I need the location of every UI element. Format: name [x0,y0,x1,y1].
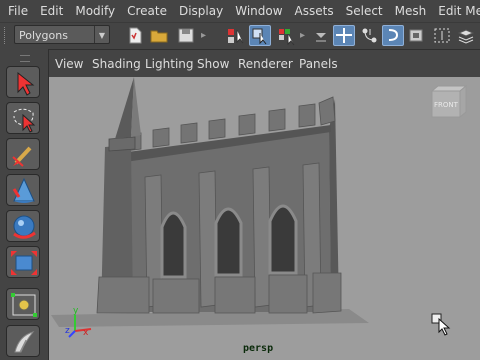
move-tool-button[interactable] [6,174,40,206]
perspective-viewport[interactable]: FRONT y z x [49,77,480,360]
menu-mesh[interactable]: Mesh [389,0,433,22]
menu-edit[interactable]: Edit [34,0,69,22]
menu-set-dropdown[interactable]: Polygons ▼ [14,25,110,44]
object-type-select-icon [252,28,267,45]
snap-to-curves-button[interactable] [359,25,381,46]
rotate-sphere-icon [13,215,36,239]
view-cube-label: FRONT [434,101,459,109]
menu-assets[interactable]: Assets [289,0,340,22]
chevron-down-icon: ▼ [94,26,109,43]
scale-tool-button[interactable] [6,246,40,278]
menu-set-value: Polygons [19,29,68,42]
view-cube[interactable]: FRONT [430,84,468,119]
last-tool-icon [14,331,35,353]
mouse-cursor-icon [431,313,451,336]
menu-modify[interactable]: Modify [69,0,121,22]
select-by-hierarchy-button[interactable] [225,25,247,46]
axis-label-x: x [83,328,89,338]
save-scene-button[interactable] [175,25,197,46]
lasso-tool-button[interactable] [6,102,40,134]
component-select-icon [279,29,295,46]
new-scene-button[interactable] [124,25,146,46]
rotate-tool-button[interactable] [6,210,40,242]
toolbox-grip[interactable] [20,55,30,62]
new-scene-icon [129,27,142,44]
menu-edit-mesh[interactable]: Edit Mesh [432,0,480,22]
lasso-icon [13,108,36,133]
paint-brush-icon [12,146,32,167]
panel-menu-panels[interactable]: Panels [299,52,338,76]
toolbar-divider-arrow[interactable]: ▸ [201,27,207,44]
axis-label-y: y [73,306,79,316]
snap-to-view-plane-button[interactable] [405,25,427,46]
view-plane-icon [409,29,423,42]
toolbar-grip[interactable] [4,27,9,44]
selection-mask-button[interactable] [310,25,332,46]
scale-cube-icon [11,251,37,275]
menu-file[interactable]: File [0,0,34,22]
snap-to-points-button[interactable] [382,25,404,46]
menu-display[interactable]: Display [173,0,229,22]
render-stack-icon [457,29,475,44]
tool-box [0,49,49,360]
hierarchy-select-icon [228,29,244,44]
castle-wall-model[interactable] [96,77,342,314]
folder-icon [150,30,168,43]
menu-window[interactable]: Window [229,0,288,22]
status-line-toolbar: Polygons ▼ ▸ ▸ [0,22,480,50]
snap-curve-icon [362,28,377,43]
select-tool-button[interactable] [6,66,40,98]
panel-menu-shading[interactable]: Shading [92,52,141,76]
save-icon [178,28,194,43]
viewport-scene: FRONT y z x [51,77,468,338]
select-by-object-type-button[interactable] [249,25,271,46]
main-menu-bar: File Edit Modify Create Display Window A… [0,0,480,22]
mask-dropdown-icon [316,33,326,42]
panel-menu-lighting[interactable]: Lighting [145,52,194,76]
make-live-icon [434,28,450,43]
panel-menu-show[interactable]: Show [197,52,229,76]
toolbar-divider-arrow-2[interactable]: ▸ [300,27,306,44]
menu-create[interactable]: Create [121,0,173,22]
make-live-button[interactable] [431,25,453,46]
select-arrow-icon [17,71,35,96]
open-scene-button[interactable] [148,25,170,46]
menu-select[interactable]: Select [340,0,389,22]
snap-grid-icon [336,28,352,43]
viewport-panel-menu: View Shading Lighting Show Renderer Pane… [49,52,480,76]
render-settings-button[interactable] [455,25,477,46]
snap-point-icon [388,29,399,41]
select-by-component-type-button[interactable] [276,25,298,46]
camera-name-label: persp [243,343,274,354]
snap-to-grid-button[interactable] [333,25,355,46]
manipulator-icon [11,293,37,317]
move-cone-icon [12,177,35,203]
last-tool-used-button[interactable] [6,325,40,357]
panel-menu-view[interactable]: View [55,52,83,76]
paint-selection-tool-button[interactable] [6,138,40,170]
panel-menu-renderer[interactable]: Renderer [238,52,293,76]
axis-label-z: z [65,326,70,336]
universal-manipulator-button[interactable] [6,288,40,320]
